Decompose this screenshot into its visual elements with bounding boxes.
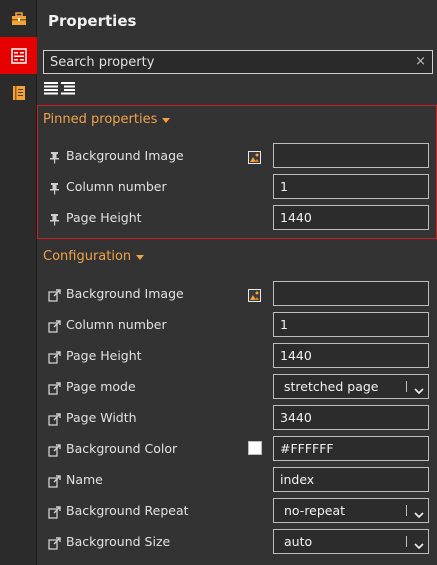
property-label: Background Image <box>66 286 184 301</box>
property-label: Page Width <box>66 410 137 425</box>
column-number-field[interactable]: 1 <box>273 174 429 199</box>
background-size-select[interactable]: auto <box>273 529 429 554</box>
property-label: Page mode <box>66 379 136 394</box>
chevron-down-icon <box>414 383 424 398</box>
configuration-row-name: Name index <box>37 467 437 493</box>
color-swatch[interactable] <box>248 441 262 455</box>
property-label: Background Color <box>66 441 178 456</box>
property-label: Background Repeat <box>66 503 189 518</box>
link-property-icon[interactable] <box>48 411 61 426</box>
page-width-field[interactable]: 3440 <box>273 405 429 430</box>
properties-panel: Properties × Pinned properties Ba <box>37 0 437 565</box>
page-mode-select[interactable]: stretched page <box>273 374 429 399</box>
link-property-icon[interactable] <box>48 473 61 488</box>
panel-title: Properties <box>48 12 137 30</box>
list-view-icon[interactable] <box>44 80 58 99</box>
property-label: Column number <box>66 317 167 332</box>
link-property-icon[interactable] <box>48 318 61 333</box>
select-value: no-repeat <box>284 503 346 518</box>
property-label: Column number <box>66 179 167 194</box>
clear-search-icon[interactable]: × <box>415 54 426 69</box>
pin-icon[interactable] <box>48 149 61 164</box>
image-picker-icon[interactable] <box>248 149 261 164</box>
properties-icon <box>10 47 27 64</box>
background-image-field[interactable] <box>273 281 429 306</box>
select-value: stretched page <box>284 379 379 394</box>
select-value: auto <box>284 534 313 549</box>
link-property-icon[interactable] <box>48 535 61 550</box>
configuration-row-background-size: Background Size auto <box>37 529 437 555</box>
link-property-icon[interactable] <box>48 504 61 519</box>
configuration-label: Configuration <box>43 249 132 264</box>
pinned-row-background-image: Background Image <box>37 143 437 169</box>
page-height-field[interactable]: 1440 <box>273 343 429 368</box>
search-box: × <box>43 50 433 74</box>
column-number-field[interactable]: 1 <box>273 312 429 337</box>
configuration-row-background-image: Background Image <box>37 281 437 307</box>
property-label: Name <box>66 472 103 487</box>
select-divider <box>406 381 407 392</box>
property-label: Page Height <box>66 348 142 363</box>
link-property-icon[interactable] <box>48 442 61 457</box>
caret-down-icon <box>162 117 171 123</box>
pinned-properties-label: Pinned properties <box>43 112 158 127</box>
pinned-row-column-number: Column number 1 <box>37 174 437 200</box>
toolbox-icon <box>11 11 27 26</box>
link-property-icon[interactable] <box>48 349 61 364</box>
link-property-icon[interactable] <box>48 287 61 302</box>
property-label: Background Size <box>66 534 171 549</box>
configuration-row-column-number: Column number 1 <box>37 312 437 338</box>
chevron-down-icon <box>414 538 424 553</box>
rail-toolbox-button[interactable] <box>0 0 37 37</box>
pinned-row-page-height: Page Height 1440 <box>37 205 437 231</box>
view-toggles <box>44 80 75 99</box>
name-field[interactable]: index <box>273 467 429 492</box>
select-divider <box>406 505 407 516</box>
property-label: Page Height <box>66 210 142 225</box>
select-divider <box>406 536 407 547</box>
background-color-field[interactable]: #FFFFFF <box>273 436 429 461</box>
background-image-field[interactable] <box>273 143 429 168</box>
configuration-row-page-width: Page Width 3440 <box>37 405 437 431</box>
pin-icon[interactable] <box>48 211 61 226</box>
configuration-toggle[interactable]: Configuration <box>43 249 145 264</box>
background-repeat-select[interactable]: no-repeat <box>273 498 429 523</box>
pin-icon[interactable] <box>48 180 61 195</box>
page-height-field[interactable]: 1440 <box>273 205 429 230</box>
image-picker-icon[interactable] <box>248 287 261 302</box>
caret-down-icon <box>136 254 145 260</box>
pinned-properties-toggle[interactable]: Pinned properties <box>43 112 171 127</box>
notes-icon <box>12 85 26 101</box>
rail-properties-button[interactable] <box>0 37 37 74</box>
configuration-row-background-repeat: Background Repeat no-repeat <box>37 498 437 524</box>
chevron-down-icon <box>414 507 424 522</box>
configuration-row-page-mode: Page mode stretched page <box>37 374 437 400</box>
rail-notes-button[interactable] <box>0 74 37 111</box>
tool-rail <box>0 0 37 565</box>
search-input[interactable] <box>44 51 432 74</box>
link-property-icon[interactable] <box>48 380 61 395</box>
property-label: Background Image <box>66 148 184 163</box>
grouped-view-icon[interactable] <box>61 80 75 99</box>
configuration-row-page-height: Page Height 1440 <box>37 343 437 369</box>
configuration-row-background-color: Background Color #FFFFFF <box>37 436 437 462</box>
